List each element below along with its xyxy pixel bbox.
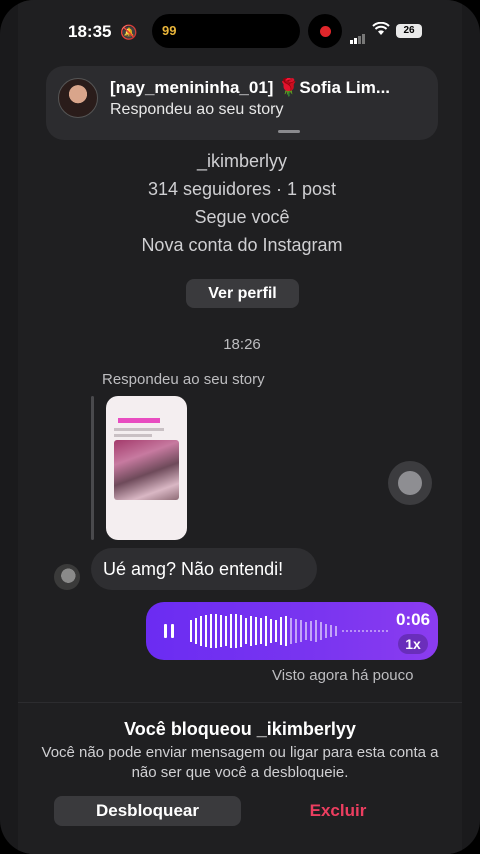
seen-status: Visto agora há pouco [272, 667, 414, 684]
bell-slash-icon: 🔕 [120, 24, 138, 40]
thumbnail-line [114, 428, 164, 431]
unblock-button[interactable]: Desbloquear [54, 796, 241, 826]
audio-duration: 0:06 [396, 610, 431, 629]
screen: 18:35 🔕 99 26 [nay_menininha_01] 🌹Sofia … [0, 0, 480, 854]
profile-follows-you: Segue você [194, 207, 290, 227]
playback-speed-button[interactable]: 1x [398, 634, 428, 654]
pause-icon[interactable] [164, 624, 176, 638]
profile-username: _ikimberlyy [196, 151, 288, 171]
story-reply-label: Respondeu ao seu story [102, 371, 265, 388]
reply-indicator-bar [91, 396, 94, 540]
view-profile-button[interactable]: Ver perfil [186, 279, 299, 308]
incoming-message-bubble[interactable]: Ué amg? Não entendi! [91, 548, 317, 590]
sender-avatar[interactable] [54, 564, 80, 590]
notification-avatar [58, 78, 98, 118]
story-reply-notification[interactable]: [nay_menininha_01] 🌹Sofia Lim... Respond… [46, 66, 438, 140]
waveform-icon[interactable] [190, 610, 390, 652]
thumbnail-header [118, 418, 160, 423]
profile-stats: 314 seguidores · 1 post [147, 179, 337, 199]
wifi-icon [372, 21, 390, 40]
floating-bubble-icon [398, 471, 422, 495]
blocked-panel: Você bloqueou _ikimberlyy Você não pode … [18, 702, 462, 854]
record-dot-icon [320, 26, 331, 37]
profile-new-account: Nova conta do Instagram [141, 235, 343, 255]
dynamic-island[interactable]: 99 [152, 14, 300, 48]
story-thumbnail[interactable] [106, 396, 187, 540]
delete-button[interactable]: Excluir [288, 796, 388, 826]
notification-title: [nay_menininha_01] 🌹Sofia Lim... [110, 78, 391, 97]
notification-handle[interactable] [278, 130, 300, 133]
thumbnail-line [114, 434, 152, 437]
thumbnail-image [114, 440, 179, 500]
notification-subtitle: Respondeu ao seu story [110, 101, 284, 118]
message-timestamp: 18:26 [223, 336, 261, 353]
island-badge: 99 [162, 23, 177, 38]
audio-message-bubble[interactable]: 0:06 1x [146, 602, 438, 660]
floating-bubble[interactable] [388, 461, 432, 505]
status-time: 18:35 [68, 22, 112, 41]
status-bar: 18:35 🔕 99 26 [0, 0, 480, 62]
blocked-description: Você não pode enviar mensagem ou ligar p… [41, 744, 439, 781]
signal-icon [350, 26, 366, 44]
screen-record-indicator[interactable] [308, 14, 342, 48]
battery-icon: 26 [396, 24, 422, 38]
blocked-title: Você bloqueou _ikimberlyy [124, 719, 356, 739]
